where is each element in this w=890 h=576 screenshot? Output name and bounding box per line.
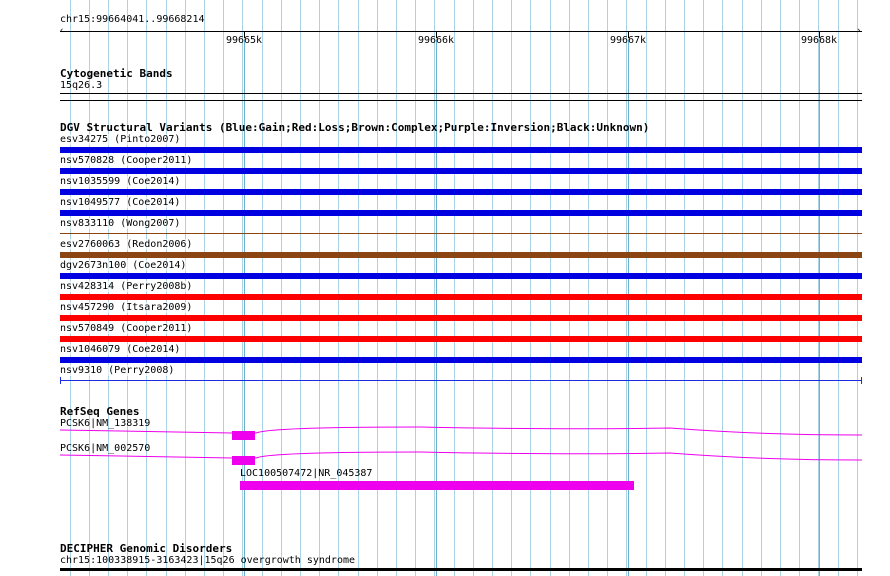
variant-label[interactable]: dgv2673n100 (Coe2014): [60, 260, 187, 271]
variant-label[interactable]: esv34275 (Pinto2007): [60, 134, 181, 145]
variant-label[interactable]: nsv9310 (Perry2008): [60, 365, 175, 376]
cytoband-band-top: [60, 93, 862, 94]
variant-label[interactable]: nsv570828 (Cooper2011): [60, 155, 193, 166]
variant-bar[interactable]: [60, 336, 862, 342]
range-cap-right: [861, 377, 862, 384]
variant-bar[interactable]: [60, 168, 862, 174]
variant-bar[interactable]: [60, 147, 862, 153]
gene-models: [59, 426, 863, 490]
variant-bar[interactable]: [60, 273, 862, 279]
arrow-right-icon: ›: [856, 26, 862, 36]
variant-label[interactable]: nsv457290 (Itsara2009): [60, 302, 193, 313]
decipher-bar[interactable]: [60, 568, 862, 571]
variant-label[interactable]: nsv570849 (Cooper2011): [60, 323, 193, 334]
variant-bar[interactable]: [60, 233, 862, 234]
decipher-entry-label[interactable]: chr15:100338915-3163423|15q26 overgrowth…: [60, 555, 355, 566]
refseq-track-title[interactable]: RefSeq Genes: [60, 405, 139, 418]
range-cap-left: [60, 377, 61, 384]
ruler-tick-label: 99667k: [609, 35, 647, 46]
variant-label[interactable]: nsv1049577 (Coe2014): [60, 197, 181, 208]
ruler-tick-label: 99665k: [225, 35, 263, 46]
gene-intron-line: [59, 451, 863, 461]
decipher-track-title[interactable]: DECIPHER Genomic Disorders: [60, 542, 232, 555]
gene-label[interactable]: PCSK6|NM_002570: [60, 443, 150, 454]
ruler-tick-label: 99666k: [417, 35, 455, 46]
ruler-axis: [60, 31, 862, 32]
variant-range-line: [60, 380, 862, 381]
gene-exon[interactable]: [240, 481, 634, 490]
variant-bar[interactable]: [60, 210, 862, 216]
variant-bar[interactable]: [60, 189, 862, 195]
gene-label[interactable]: LOC100507472|NR_045387: [240, 468, 372, 479]
gene-intron-line: [59, 426, 863, 436]
variant-label[interactable]: esv2760063 (Redon2006): [60, 239, 193, 250]
ruler-tick-label: 99668k: [800, 35, 838, 46]
variant-label[interactable]: nsv428314 (Perry2008b): [60, 281, 193, 292]
variant-label[interactable]: nsv1046079 (Coe2014): [60, 344, 181, 355]
dgv-track-title[interactable]: DGV Structural Variants (Blue:Gain;Red:L…: [60, 121, 649, 134]
variant-bar[interactable]: [60, 294, 862, 300]
cytoband-track-title[interactable]: Cytogenetic Bands: [60, 67, 173, 80]
variant-label[interactable]: nsv1035599 (Coe2014): [60, 176, 181, 187]
variant-bar[interactable]: [60, 357, 862, 363]
gene-exon[interactable]: [232, 456, 255, 465]
position-label: chr15:99664041..99668214: [60, 14, 205, 25]
variant-label[interactable]: nsv833110 (Wong2007): [60, 218, 181, 229]
arrow-left-icon: ‹: [59, 26, 65, 36]
cytoband-band-bottom: [60, 100, 862, 101]
gene-label[interactable]: PCSK6|NM_138319: [60, 418, 150, 429]
cytoband-label: 15q26.3: [60, 80, 103, 91]
variant-bar[interactable]: [60, 252, 862, 258]
gene-exon[interactable]: [232, 431, 255, 440]
variant-bar[interactable]: [60, 315, 862, 321]
